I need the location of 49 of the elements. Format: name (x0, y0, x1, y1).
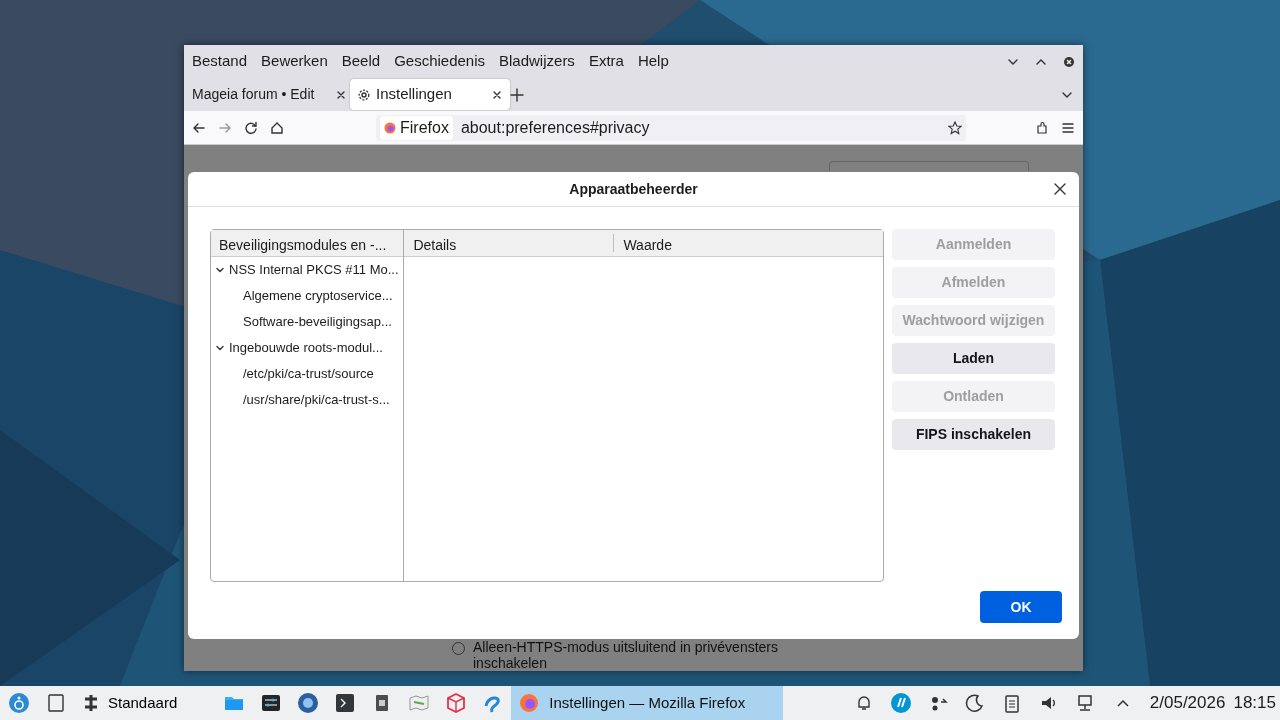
ok-button[interactable]: OK (980, 591, 1062, 623)
close-icon[interactable] (492, 89, 502, 100)
close-icon[interactable] (336, 89, 346, 100)
chevron-down-icon[interactable] (215, 343, 225, 353)
tree-item[interactable]: /usr/share/pki/ca-trust-s... (211, 387, 404, 413)
tree-item[interactable]: Algemene cryptoservice... (211, 283, 404, 309)
date-label: 2/05/2026 (1149, 692, 1226, 715)
extensions-icon[interactable] (1035, 120, 1049, 135)
search-field[interactable] (829, 161, 1029, 171)
close-icon (1053, 182, 1067, 196)
reload-icon[interactable] (244, 120, 258, 135)
tree-item[interactable]: /etc/pki/ca-trust/source (211, 361, 404, 387)
browser-logo-icon (384, 121, 396, 134)
url-field[interactable]: about:preferences#privacy (460, 115, 940, 140)
column-header: Beveiligingsmodules en -... (211, 230, 404, 257)
taskbar-task[interactable]: Instellingen — Mozilla Firefox (511, 686, 784, 720)
chevron-down-icon[interactable] (215, 265, 225, 275)
home-icon[interactable] (270, 120, 284, 135)
star-icon[interactable] (948, 120, 962, 135)
dialog-title: Apparaatbeheerder (569, 179, 698, 199)
launcher-button[interactable]: Standaard (74, 690, 186, 716)
cube-icon[interactable] (444, 692, 467, 714)
menu-item[interactable]: Help (637, 50, 677, 73)
action-button[interactable]: Laden (892, 343, 1055, 374)
browser-tab[interactable]: Mageia forum • Edit (188, 79, 350, 110)
menu-item[interactable]: Bladwijzers (499, 50, 583, 73)
menu-item[interactable]: Bestand (192, 50, 256, 73)
tree-item[interactable]: NSS Internal PKCS #11 Mo... (211, 257, 404, 283)
new-tab-icon[interactable] (510, 87, 524, 102)
close-icon[interactable] (1063, 55, 1075, 68)
column-header: Waarde (622, 236, 673, 252)
time-label: 18:15 (1233, 692, 1276, 715)
tree-item[interactable]: Software-beveiligingsap... (211, 309, 404, 335)
gear-icon (358, 88, 370, 101)
identity-button[interactable]: Firefox (380, 115, 453, 140)
browser-tab[interactable]: Instellingen (350, 79, 510, 110)
menu-item[interactable]: Bewerken (261, 50, 336, 73)
action-button[interactable]: FIPS inschakelen (892, 419, 1055, 450)
column-header: Details (404, 234, 615, 252)
menu-icon[interactable] (1061, 120, 1075, 135)
menu-item[interactable]: Geschiedenis (394, 50, 493, 73)
menu-item[interactable]: Extra (588, 50, 632, 73)
radio-label: Alleen-HTTPS-modus uitsluitend in privévensters inschakelen (473, 639, 779, 671)
control-panel-icon[interactable] (259, 692, 282, 714)
browser-logo-icon (519, 693, 540, 713)
terminal-icon[interactable] (333, 692, 356, 714)
menu-item[interactable]: Beeld (341, 50, 389, 73)
start-menu-icon[interactable] (7, 692, 30, 714)
tree-item[interactable]: Ingebouwde roots-modul... (211, 335, 404, 361)
